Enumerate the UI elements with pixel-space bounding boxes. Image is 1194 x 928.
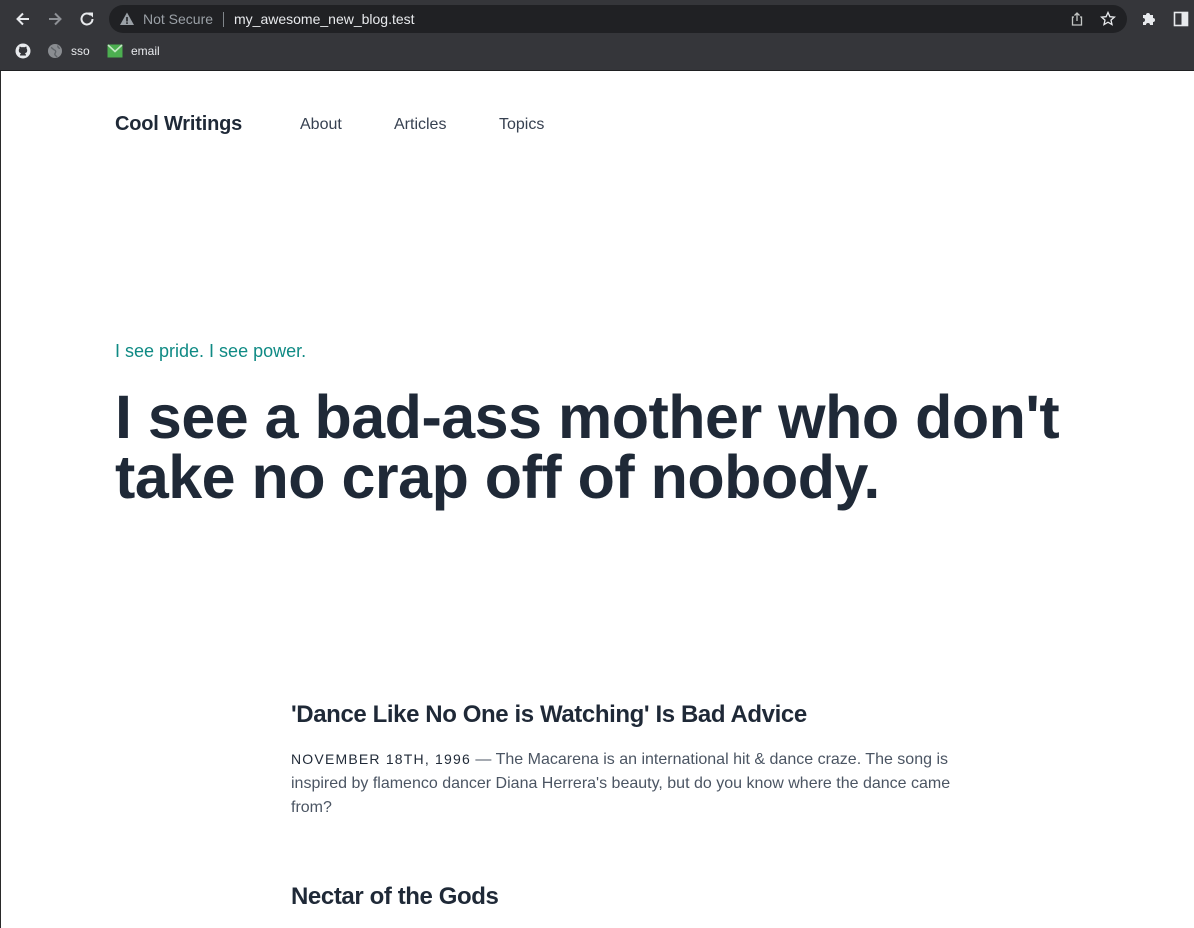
- reload-button[interactable]: [75, 7, 99, 31]
- side-panel-button[interactable]: [1169, 7, 1193, 31]
- star-icon: [1100, 11, 1116, 26]
- nav-link-about[interactable]: About: [300, 116, 342, 134]
- bookmark-email[interactable]: email: [107, 42, 160, 60]
- share-button[interactable]: [1068, 10, 1086, 28]
- hero-headline: I see a bad-ass mother who don't take no…: [115, 383, 1060, 511]
- article-date-separator: —: [470, 751, 496, 768]
- bookmark-label: sso: [71, 44, 90, 58]
- globe-icon: [47, 43, 63, 59]
- back-arrow-icon: [16, 12, 29, 26]
- address-bar[interactable]: Not Secure my_awesome_new_blog.test: [109, 5, 1127, 33]
- article-title-nectar[interactable]: Nectar of the Gods: [291, 883, 499, 911]
- back-button[interactable]: [11, 7, 35, 31]
- forward-arrow-icon: [49, 12, 62, 26]
- browser-chrome: Not Secure my_awesome_new_blog.test sso …: [0, 0, 1194, 71]
- article-date: November 18th, 1996: [291, 751, 471, 767]
- bookmark-label: email: [131, 44, 160, 58]
- forward-button[interactable]: [43, 7, 67, 31]
- nav-link-topics[interactable]: Topics: [499, 116, 544, 134]
- email-icon: [107, 43, 123, 59]
- bookmark-sso[interactable]: sso: [47, 42, 90, 60]
- github-icon: [15, 43, 31, 59]
- bookmark-star-button[interactable]: [1099, 10, 1117, 28]
- hero-eyebrow: I see pride. I see power.: [115, 341, 307, 361]
- puzzle-piece-icon: [1143, 13, 1155, 25]
- bookmark-github[interactable]: [15, 42, 39, 60]
- share-icon: [1071, 12, 1083, 26]
- article-excerpt: November 18th, 1996 — The Macarena is an…: [291, 747, 971, 820]
- side-panel-icon: [1173, 11, 1189, 27]
- reload-icon: [80, 12, 94, 26]
- security-status[interactable]: Not Secure: [143, 11, 213, 27]
- warning-icon: [120, 12, 134, 25]
- article-title-dance[interactable]: 'Dance Like No One is Watching' Is Bad A…: [291, 701, 807, 729]
- nav-link-articles[interactable]: Articles: [394, 116, 446, 134]
- page-viewport: Cool Writings About Articles Topics I se…: [0, 71, 1194, 928]
- url-text[interactable]: my_awesome_new_blog.test: [234, 10, 415, 28]
- site-brand[interactable]: Cool Writings: [115, 113, 242, 136]
- extensions-button[interactable]: [1137, 7, 1161, 31]
- omnibox-divider: [223, 12, 224, 27]
